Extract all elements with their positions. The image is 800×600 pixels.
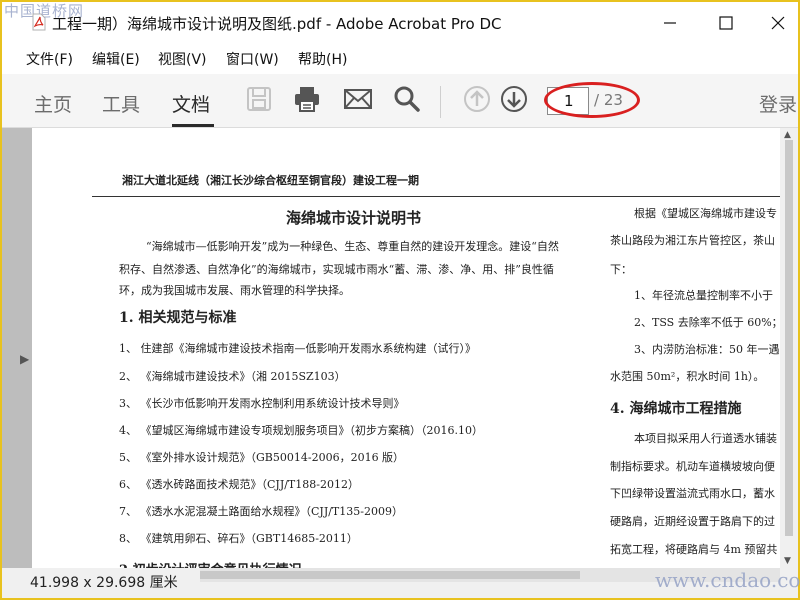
active-tab-indicator	[172, 124, 214, 127]
menu-edit[interactable]: 编辑(E)	[92, 49, 140, 69]
page-dimensions: 41.998 x 29.698 厘米	[30, 575, 178, 591]
right-col-line: 2、TSS 去除率不低于 60%；	[634, 316, 783, 329]
vertical-scrollbar[interactable]: ▲ ▼	[780, 128, 798, 570]
reference-item: 4、 《望城区海绵城市建设专项规划服务项目》（初步方案稿）（2016.10）	[119, 424, 483, 437]
login-button[interactable]: 登录	[759, 90, 797, 117]
right-col-line: 水范围 50m²，积水时间 1h）。	[610, 370, 765, 383]
scroll-up-icon[interactable]: ▲	[784, 130, 791, 140]
tab-document[interactable]: 文档	[172, 90, 210, 117]
right-col-line: 3、内涝防治标准：50 年一遇	[634, 343, 780, 356]
right-col-line: 下：	[610, 263, 632, 276]
prev-page-icon[interactable]	[462, 84, 492, 114]
vertical-scroll-thumb[interactable]	[785, 140, 793, 536]
reference-item: 5、 《室外排水设计规范》（GB50014-2006，2016 版）	[119, 451, 405, 464]
right-col-line: 拓宽工程，将硬路肩与 4m 预留共	[610, 543, 778, 556]
menu-bar: 文件(F) 编辑(E) 视图(V) 窗口(W) 帮助(H)	[2, 46, 798, 72]
expand-left-panel-icon[interactable]: ▶	[20, 352, 29, 366]
intro-line-2: 积存、自然渗透、自然净化”的海绵城市，实现城市雨水“蓄、滞、渗、净、用、排”良性…	[119, 263, 554, 276]
minimize-button[interactable]	[650, 8, 690, 38]
search-icon[interactable]	[392, 84, 422, 114]
toolbar-separator	[440, 86, 441, 118]
next-page-icon[interactable]	[499, 84, 529, 114]
menu-file[interactable]: 文件(F)	[26, 49, 73, 69]
watermark-bottom: www.cndao.com	[655, 568, 800, 592]
close-icon	[771, 16, 785, 30]
section-1-title: 1. 相关规范与标准	[119, 310, 237, 326]
window-title: 工程一期）海绵城市设计说明及图纸.pdf - Adobe Acrobat Pro…	[52, 15, 502, 33]
pdf-file-icon	[32, 13, 46, 31]
reference-item: 2、 《海绵城市建设技术》（湘 2015SZ103）	[119, 370, 346, 383]
maximize-button[interactable]	[706, 8, 746, 38]
reference-item: 3、 《长沙市低影响开发雨水控制利用系统设计技术导则》	[119, 397, 405, 410]
maximize-icon	[719, 16, 733, 30]
right-col-line: 1、年径流总量控制率不小于	[634, 289, 773, 302]
save-icon[interactable]	[244, 84, 274, 114]
right-col-line: 下凹绿带设置溢流式雨水口，蓄水	[610, 487, 775, 500]
scroll-down-icon[interactable]: ▼	[784, 556, 791, 566]
right-col-line: 根据《望城区海绵城市建设专	[634, 207, 777, 220]
page-number-highlight	[544, 82, 640, 118]
right-col-line: 制指标要求。机动车道横坡坡向便	[610, 460, 775, 473]
header-rule	[92, 196, 780, 197]
reference-item: 1、 住建部《海绵城市建设技术指南—低影响开发雨水系统构建（试行）》	[119, 342, 476, 355]
menu-window[interactable]: 窗口(W)	[226, 49, 279, 69]
email-icon[interactable]	[343, 84, 373, 114]
toolbar: 主页 工具 文档 1 / 23 登录	[2, 74, 798, 128]
section-4-title: 4. 海绵城市工程措施	[610, 401, 742, 417]
intro-line-3: 环，成为我国城市发展、雨水管理的科学抉择。	[119, 284, 350, 297]
menu-view[interactable]: 视图(V)	[158, 49, 207, 69]
reference-item: 6、 《透水砖路面技术规范》（CJJ/T188-2012）	[119, 478, 359, 491]
document-header: 湘江大道北延线（湘江长沙综合枢纽至铜官段）建设工程一期	[122, 174, 419, 187]
reference-item: 8、 《建筑用卵石、碎石》（GBT14685-2011）	[119, 532, 358, 545]
right-col-line: 本项目拟采用人行道透水铺装	[634, 432, 777, 445]
right-col-line: 茶山路段为湘江东片管控区，茶山	[610, 234, 775, 247]
reference-item: 7、 《透水水泥混凝土路面给水规程》（CJJ/T135-2009）	[119, 505, 403, 518]
minimize-icon	[664, 22, 676, 24]
right-col-line: 硬路肩，近期经设置于路肩下的过	[610, 515, 775, 528]
print-icon[interactable]	[292, 84, 322, 114]
intro-line-1: “海绵城市—低影响开发”成为一种绿色、生态、尊重自然的建设开发理念。建设“自然	[146, 240, 559, 253]
menu-help[interactable]: 帮助(H)	[298, 49, 347, 69]
close-button[interactable]	[758, 8, 798, 38]
tab-home[interactable]: 主页	[34, 90, 72, 117]
document-title: 海绵城市设计说明书	[286, 209, 422, 227]
horizontal-scroll-thumb[interactable]	[200, 571, 580, 579]
tab-tools[interactable]: 工具	[102, 90, 140, 117]
